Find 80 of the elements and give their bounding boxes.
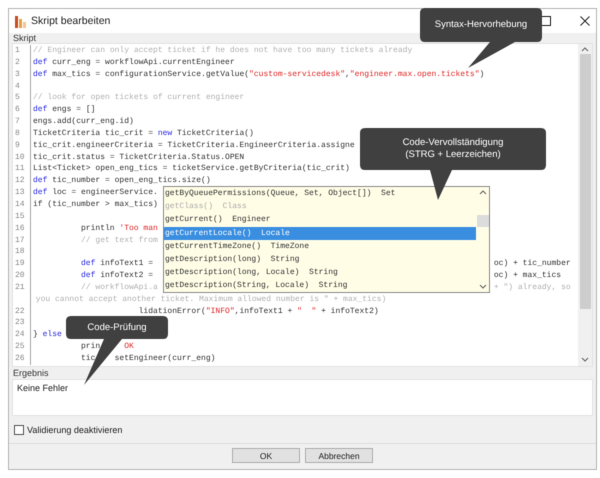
line-number: 25 (14, 341, 26, 353)
section-label: Skript (12, 33, 38, 43)
line-number: 1 (14, 45, 21, 57)
line-number: 26 (14, 352, 26, 365)
close-icon (580, 16, 590, 26)
code-line: def infoText2 = (81, 271, 154, 280)
completion-item[interactable]: getDescription(String, Locale) String (164, 279, 476, 292)
section-label: Ergebnis (12, 367, 50, 379)
completion-item[interactable]: getDescription(long) String (164, 252, 476, 266)
code-line: tic_crit.status = TicketCriteria.Status.OPEN (33, 152, 244, 162)
line-number: 17 (14, 234, 26, 246)
line-number: 19 (14, 258, 26, 270)
callout-text: Code-Vervollständigung (402, 137, 504, 149)
line-number: 10 (14, 152, 26, 164)
code-line: def max_tics = configurationService.getValue("custom-servicedesk","engineer.max.open.tickets") (33, 70, 484, 79)
code-line: tic_crit.engineerCriteria = TicketCriteria.EngineerCriteria.assigne (33, 140, 355, 150)
callout-text: (STRG + Leerzeichen) (405, 149, 501, 161)
line-number: 6 (14, 104, 21, 116)
code-line: tic (81, 354, 96, 363)
code-line: if (tic_number > max_tics) (33, 200, 158, 209)
line-number: 24 (14, 329, 26, 342)
line-number: 18 (14, 246, 26, 258)
callout-text: Syntax-Hervorhebung (434, 19, 528, 31)
completion-item[interactable]: getByQueuePermissions(Queue, Set, Object[]) Set (164, 187, 476, 200)
code-line: def infoText1 = (81, 259, 154, 268)
line-number: 22 (14, 306, 26, 318)
line-number: 23 (14, 317, 26, 330)
line-number: 9 (14, 140, 21, 152)
callout-text: Code-Prüfung (87, 322, 147, 334)
line-number: 4 (14, 80, 21, 92)
code-line: oc) + tic_number (494, 259, 571, 268)
code-line: // get text from (81, 236, 158, 244)
scrollbar-thumb[interactable] (580, 54, 590, 309)
scroll-down-icon[interactable] (478, 284, 486, 289)
code-line: engs.add(curr_eng.id) (33, 117, 134, 126)
code-line: } else (33, 330, 62, 340)
code-line: oc) + max_tics (494, 271, 562, 280)
code-line: def curr_eng = workflowApi.currentEngineer (33, 58, 235, 67)
line-number: 16 (14, 222, 26, 234)
line-number: 12 (14, 175, 26, 188)
code-line: TicketCriteria tic_crit = new TicketCriteria() (33, 128, 254, 138)
code-line: // look for open tickets of current engineer (33, 93, 244, 102)
code-line: // Engineer can only accept ticket if he does not have too many tickets already (33, 46, 412, 55)
code-line: prin (81, 342, 100, 352)
dialog-button[interactable]: Abbrechen (305, 448, 373, 463)
completion-item[interactable]: getCurrentTimeZone() TimeZone (164, 240, 476, 253)
line-number: 5 (14, 92, 21, 104)
checkbox[interactable] (14, 424, 24, 434)
code-line: def tic_number = open_eng_tics.size() (33, 176, 211, 186)
completion-item[interactable]: getCurrent() Engineer (164, 213, 476, 227)
line-number: 7 (14, 116, 21, 128)
scroll-up-icon[interactable] (581, 47, 589, 52)
code-line: def engs = [] (33, 105, 96, 114)
code-line: you cannot accept another ticket. Maximum allowed number is " + max_tics) (36, 294, 386, 304)
line-number: 15 (14, 210, 26, 223)
checkbox-label[interactable]: Validierung deaktivieren (27, 424, 122, 434)
line-number: 21 (14, 282, 26, 294)
line-number: 20 (14, 270, 26, 282)
line-number: 2 (14, 56, 21, 69)
app-icon (15, 14, 26, 28)
line-number: 14 (14, 198, 26, 211)
window-title: Skript bearbeiten (31, 15, 110, 27)
completion-item[interactable]: getDescription(long, Locale) String (164, 266, 476, 280)
line-number: 11 (14, 163, 26, 176)
code-line: lidationError("INFO",infoText1 + " " + infoText2) (138, 306, 379, 316)
dialog-button[interactable]: OK (232, 448, 300, 463)
code-line: println 'Too man (81, 224, 158, 233)
scroll-up-icon[interactable] (478, 190, 486, 195)
code-line: + ") already, so (494, 282, 571, 292)
line-number: 8 (14, 128, 21, 140)
code-line: def loc = engineerService. (33, 188, 158, 198)
line-number: 3 (14, 68, 21, 81)
code-line: // workflowApi.a (81, 282, 158, 292)
line-number: 13 (14, 187, 26, 199)
code-line: OK (124, 342, 134, 352)
result-message: Keine Fehler (17, 383, 68, 393)
code-line: setEngineer(curr_eng) (114, 354, 216, 363)
scrollbar-thumb[interactable] (476, 214, 488, 226)
code-line: List<Ticket> open_eng_tics = ticketService.getByCriteria(tic_crit) (33, 164, 350, 174)
scroll-down-icon[interactable] (581, 357, 589, 362)
